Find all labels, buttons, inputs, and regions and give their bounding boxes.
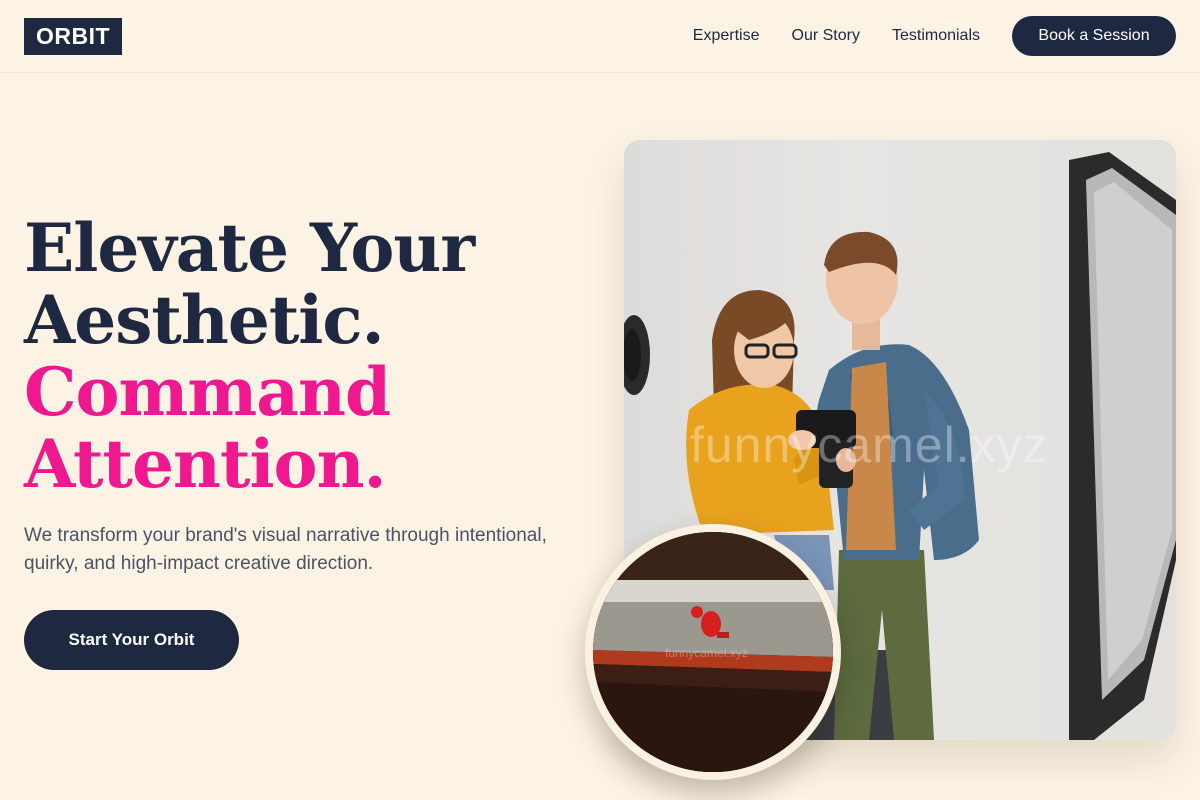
nav-link-testimonials[interactable]: Testimonials	[892, 27, 980, 45]
nav-link-our-story[interactable]: Our Story	[792, 27, 860, 45]
hero-title-line-2: Aesthetic.	[24, 281, 385, 359]
hero-title-line-1: Elevate Your	[24, 209, 475, 287]
logo[interactable]: ORBIT	[24, 17, 123, 55]
navbar: ORBIT Expertise Our Story Testimonials B…	[0, 0, 1200, 73]
nav-menu: Expertise Our Story Testimonials Book a …	[693, 16, 1176, 56]
photo-watermark: funnycamel.xyz	[690, 417, 1049, 473]
hero-title-line-3: Command	[24, 353, 391, 431]
hero-title-line-4: Attention.	[24, 425, 387, 503]
start-orbit-button[interactable]: Start Your Orbit	[24, 610, 239, 670]
inset-photo: funnycamel.xyz	[593, 532, 833, 772]
hero-subtitle: We transform your brand's visual narrati…	[24, 525, 547, 574]
inset-watermark: funnycamel.xyz	[665, 646, 748, 660]
hero-title: Elevate Your Aesthetic. Command Attentio…	[24, 212, 584, 500]
nav-link-expertise[interactable]: Expertise	[693, 27, 760, 45]
inset-photo-frame: funnycamel.xyz	[585, 524, 841, 780]
book-session-button[interactable]: Book a Session	[1012, 16, 1176, 56]
